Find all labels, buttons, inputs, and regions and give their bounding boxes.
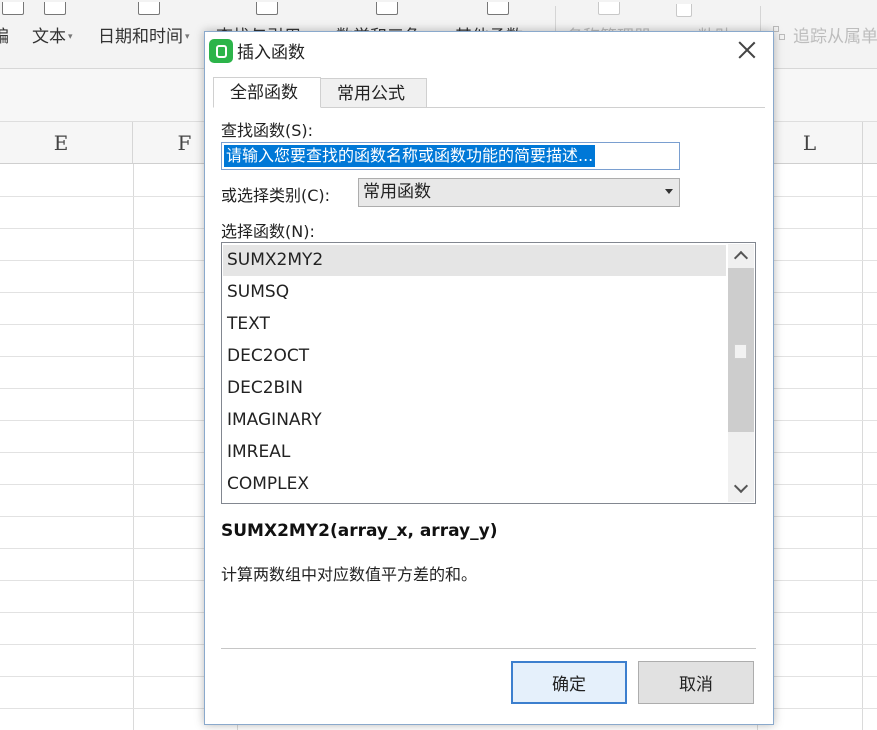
cancel-button-label: 取消 bbox=[679, 675, 713, 695]
function-list-label: 选择函数(N): bbox=[221, 222, 315, 241]
list-item[interactable]: SUMX2MY2 bbox=[223, 245, 726, 276]
scroll-up-button[interactable] bbox=[728, 244, 754, 268]
trace-dependents-icon bbox=[773, 26, 785, 40]
grid-line bbox=[862, 164, 863, 730]
wps-logo-icon bbox=[209, 39, 233, 63]
ribbon-label: 编 bbox=[0, 27, 9, 47]
tab-common-formulas[interactable]: 常用公式 bbox=[320, 78, 427, 108]
category-select[interactable]: 常用函数 bbox=[358, 178, 680, 207]
search-label: 查找函数(S): bbox=[221, 121, 314, 140]
list-item[interactable]: TEXT bbox=[223, 309, 726, 340]
ok-button[interactable]: 确定 bbox=[511, 661, 627, 704]
other-function-icon bbox=[487, 2, 509, 15]
chevron-up-icon bbox=[733, 250, 749, 266]
dialog-divider bbox=[221, 648, 756, 649]
paste-icon bbox=[676, 4, 692, 17]
column-header-m[interactable] bbox=[863, 122, 877, 164]
list-item[interactable]: IMREAL bbox=[223, 437, 726, 468]
insert-function-dialog: 插入函数 全部函数 常用公式 查找函数(S): 请输入您要查找的函数名称或函数功… bbox=[204, 31, 774, 725]
name-manager-icon bbox=[598, 2, 620, 15]
list-item[interactable]: SUMSQ bbox=[223, 277, 726, 308]
close-icon[interactable] bbox=[735, 38, 759, 62]
dialog-title: 插入函数 bbox=[237, 43, 305, 63]
category-selected-value: 常用函数 bbox=[363, 182, 431, 202]
scroll-down-button[interactable] bbox=[728, 476, 754, 500]
tab-all-functions[interactable]: 全部函数 bbox=[213, 77, 321, 108]
edit-icon bbox=[2, 2, 24, 15]
datetime-function-icon bbox=[138, 2, 160, 15]
function-list-scrollbar[interactable] bbox=[728, 244, 754, 502]
list-item[interactable]: DEC2OCT bbox=[223, 341, 726, 372]
math-function-icon bbox=[376, 2, 398, 15]
text-function-icon bbox=[44, 2, 66, 15]
search-input[interactable]: 请输入您要查找的函数名称或函数功能的简要描述... bbox=[221, 142, 680, 170]
cancel-button[interactable]: 取消 bbox=[638, 661, 754, 704]
column-header-e[interactable]: E bbox=[0, 122, 133, 164]
scrollbar-track[interactable] bbox=[728, 268, 754, 432]
trace-dependents-button[interactable]: 追踪从属单 bbox=[793, 22, 877, 47]
ribbon-label: 文本 bbox=[32, 27, 66, 47]
list-item[interactable]: COMPLEX bbox=[223, 469, 726, 500]
category-label: 或选择类别(C): bbox=[221, 186, 331, 205]
scrollbar-thumb[interactable] bbox=[734, 344, 747, 359]
chevron-down-icon: ▾ bbox=[68, 32, 73, 42]
dialog-titlebar[interactable]: 插入函数 bbox=[205, 32, 773, 68]
function-listbox[interactable]: SUMX2MY2 SUMSQ TEXT DEC2OCT DEC2BIN IMAG… bbox=[221, 242, 756, 504]
lookup-function-icon bbox=[256, 2, 278, 15]
ok-button-label: 确定 bbox=[552, 675, 586, 695]
list-item[interactable]: IMAGINARY bbox=[223, 405, 726, 436]
list-item[interactable]: DEC2BIN bbox=[223, 373, 726, 404]
function-syntax: SUMX2MY2(array_x, array_y) bbox=[221, 521, 498, 541]
chevron-down-icon bbox=[733, 478, 749, 494]
grid-line bbox=[133, 164, 134, 730]
function-description: 计算两数组中对应数值平方差的和。 bbox=[221, 565, 478, 584]
chevron-down-icon: ▾ bbox=[185, 32, 190, 42]
dropdown-arrow-icon bbox=[665, 189, 673, 194]
ribbon-label: 日期和时间 bbox=[98, 27, 183, 47]
search-input-value: 请输入您要查找的函数名称或函数功能的简要描述... bbox=[224, 145, 596, 167]
